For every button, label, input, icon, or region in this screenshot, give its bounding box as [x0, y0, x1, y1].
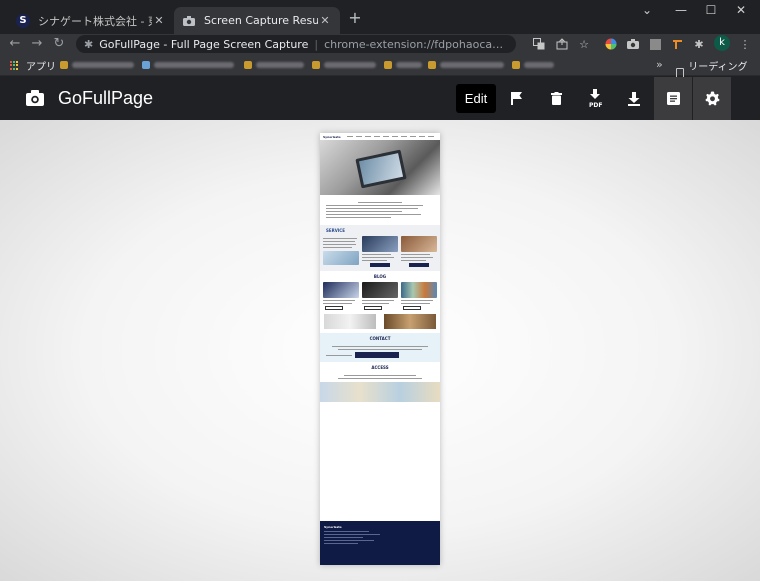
new-tab-button[interactable]: + [346, 9, 364, 27]
orange-extension-icon[interactable] [670, 37, 684, 51]
captured-section-title: SERVICE [326, 228, 345, 233]
captured-intro-text [320, 195, 440, 225]
document-icon[interactable] [654, 77, 692, 120]
bookmark-item[interactable] [244, 60, 304, 70]
capture-canvas: SynerGate SERVICE BLOG CONTACT ACCESS Sy… [0, 120, 760, 581]
share-icon[interactable] [555, 37, 569, 51]
tab-search-chevron-icon[interactable]: ⌄ [632, 0, 662, 22]
more-menu-icon[interactable]: ⋮ [738, 37, 752, 51]
gray-square-extension-icon[interactable] [648, 37, 662, 51]
bookmark-item[interactable] [428, 60, 504, 70]
captured-section-title: BLOG [373, 274, 387, 279]
tab-synergate[interactable]: S シナゲート株式会社 - 東京のシステム ✕ [8, 7, 174, 34]
bookmark-item[interactable] [142, 60, 234, 70]
captured-hero-image [320, 140, 440, 195]
camera-logo-icon [26, 89, 44, 108]
extensions-puzzle-icon[interactable]: ✱ [692, 37, 706, 51]
trash-icon[interactable] [537, 77, 575, 120]
camera-extension-icon[interactable] [626, 37, 640, 51]
flag-icon[interactable] [498, 77, 536, 120]
captured-contact-section: CONTACT [320, 333, 440, 362]
bookmark-item[interactable] [312, 60, 376, 70]
captured-site-logo: SynerGate [323, 134, 341, 139]
bookmark-item[interactable] [512, 60, 554, 70]
captured-map [320, 382, 440, 402]
tab-title: シナゲート株式会社 - 東京のシステム [38, 14, 152, 28]
captured-footer-logo: SynerGate [324, 525, 342, 529]
captured-footer: SynerGate [320, 521, 440, 565]
close-window-button[interactable]: ✕ [726, 0, 756, 22]
captured-banner [324, 314, 376, 329]
bookmark-apps[interactable]: アプリ [10, 58, 56, 73]
synergate-favicon: S [16, 13, 30, 28]
address-url: chrome-extension://fdpohaocaechififmbbbb… [324, 37, 508, 51]
pdf-label: PDF [589, 102, 603, 109]
bookmarks-overflow-chevron-icon[interactable]: » [656, 58, 663, 71]
maximize-button[interactable]: ☐ [696, 0, 726, 22]
reload-icon[interactable]: ↻ [50, 35, 68, 53]
captured-banner [384, 314, 436, 329]
captured-blog-section: BLOG [320, 271, 440, 333]
address-site-name: GoFullPage - Full Page Screen Capture [99, 37, 309, 51]
minimize-button[interactable]: — [666, 0, 696, 22]
brand: GoFullPage [26, 88, 153, 109]
address-bar[interactable]: ✱ GoFullPage - Full Page Screen Capture … [76, 35, 516, 53]
bookmarks-bar: アプリ » リーディング リスト [0, 54, 760, 88]
edit-button[interactable]: Edit [456, 84, 496, 113]
close-tab-icon[interactable]: ✕ [318, 14, 332, 27]
download-icon[interactable] [615, 77, 653, 120]
captured-section-title: CONTACT [369, 336, 391, 341]
color-picker-extension-icon[interactable] [604, 37, 618, 51]
gear-icon[interactable] [693, 77, 731, 120]
bookmark-item[interactable] [60, 60, 134, 70]
captured-site-nav: SynerGate [320, 133, 440, 140]
captured-access-section: ACCESS [320, 362, 440, 402]
captured-page-image[interactable]: SynerGate SERVICE BLOG CONTACT ACCESS Sy… [320, 133, 440, 565]
brand-name: GoFullPage [58, 88, 154, 108]
browser-toolbar: ← → ↻ ✱ GoFullPage - Full Page Screen Ca… [0, 34, 760, 54]
tab-title: Screen Capture Result [204, 14, 318, 27]
camera-icon [182, 14, 196, 28]
back-arrow-icon[interactable]: ← [6, 35, 24, 53]
app-header: GoFullPage Edit PDF [0, 77, 760, 120]
extension-puzzle-icon: ✱ [84, 37, 94, 51]
bookmark-item[interactable] [384, 60, 422, 70]
apps-label: アプリ [26, 62, 56, 73]
translate-icon[interactable] [532, 37, 546, 51]
address-separator: | [314, 37, 319, 51]
download-pdf-icon[interactable]: PDF [576, 77, 614, 120]
profile-avatar[interactable]: k [714, 35, 730, 51]
bookmark-star-icon[interactable]: ☆ [577, 37, 591, 51]
captured-section-title: ACCESS [371, 365, 389, 370]
apps-grid-icon [10, 60, 20, 71]
captured-service-section: SERVICE [320, 225, 440, 271]
browser-title-bar: S シナゲート株式会社 - 東京のシステム ✕ Screen Capture R… [0, 0, 760, 34]
tab-screen-capture-result[interactable]: Screen Capture Result ✕ [174, 7, 340, 34]
close-tab-icon[interactable]: ✕ [152, 14, 166, 27]
forward-arrow-icon[interactable]: → [28, 35, 46, 53]
